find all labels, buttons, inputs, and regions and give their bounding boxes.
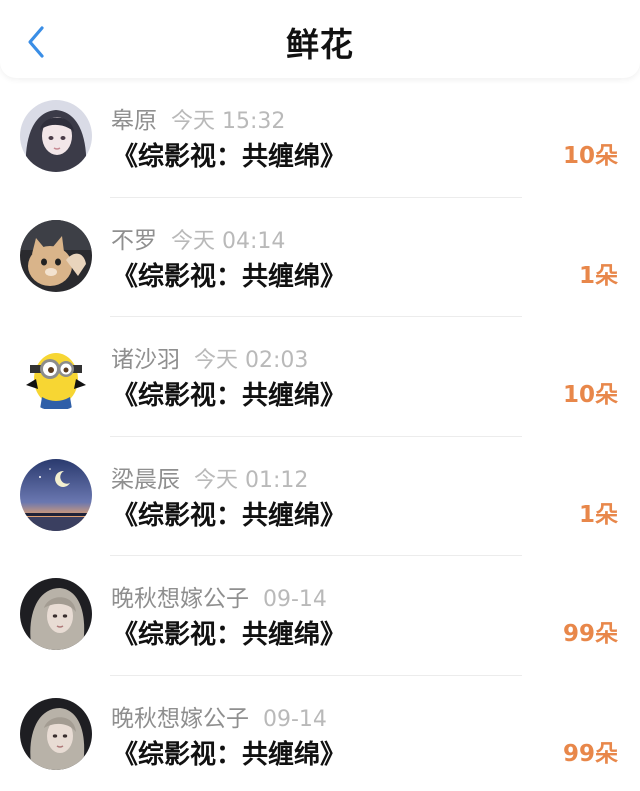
sender-line: 晚秋想嫁公子 09-14 (111, 699, 327, 733)
send-time: 09-14 (263, 706, 327, 732)
list-item[interactable]: 诸沙羽 今天 02:03 《综影视：共缠绵》 10朵 (0, 317, 640, 437)
flower-list: 皋原 今天 15:32 《综影视：共缠绵》 10朵 不罗 今天 04:14 《综… (0, 78, 640, 791)
send-time: 今天 15:32 (171, 109, 286, 134)
sender-name[interactable]: 晚秋想嫁公子 (111, 586, 249, 612)
flower-records-page: 鲜花 皋原 今天 15:32 《综影视：共缠绵》 10朵 不罗 今天 04:14… (0, 0, 640, 791)
sender-name[interactable]: 晚秋想嫁公子 (111, 706, 249, 732)
avatar[interactable] (20, 339, 92, 411)
avatar-cat-icon (20, 219, 92, 292)
sender-name[interactable]: 不罗 (111, 228, 157, 254)
sender-line: 不罗 今天 04:14 (111, 221, 285, 255)
avatar-minion-icon (20, 339, 92, 411)
flower-count: 10朵 (562, 382, 618, 408)
sender-line: 诸沙羽 今天 02:03 (111, 340, 308, 374)
flower-count: 10朵 (562, 143, 618, 169)
sender-line: 皋原 今天 15:32 (111, 101, 285, 135)
sender-line: 晚秋想嫁公子 09-14 (111, 579, 327, 613)
list-item[interactable]: 晚秋想嫁公子 09-14 《综影视：共缠绵》 99朵 (0, 676, 640, 791)
nav-header: 鲜花 (0, 0, 640, 78)
sender-line: 梁晨辰 今天 01:12 (111, 460, 308, 494)
sender-name[interactable]: 诸沙羽 (111, 347, 180, 373)
book-title[interactable]: 《综影视：共缠绵》 (112, 136, 346, 173)
avatar[interactable] (20, 458, 92, 531)
send-time: 今天 02:03 (194, 348, 309, 373)
page-title: 鲜花 (286, 25, 354, 64)
book-title[interactable]: 《综影视：共缠绵》 (112, 256, 346, 293)
avatar-girl-light-hair-icon (20, 697, 92, 770)
book-title[interactable]: 《综影视：共缠绵》 (112, 734, 346, 771)
avatar[interactable] (20, 697, 92, 770)
flower-count: 1朵 (578, 501, 618, 528)
avatar[interactable] (20, 219, 92, 292)
avatar-night-sky-icon (20, 458, 92, 531)
avatar-girl-dark-hair-icon (20, 100, 92, 172)
flower-count: 99朵 (562, 740, 618, 767)
list-item[interactable]: 不罗 今天 04:14 《综影视：共缠绵》 1朵 (0, 198, 640, 317)
flower-count: 99朵 (562, 621, 618, 647)
send-time: 09-14 (263, 587, 327, 612)
list-item[interactable]: 皋原 今天 15:32 《综影视：共缠绵》 10朵 (0, 78, 640, 198)
sender-name[interactable]: 皋原 (111, 108, 157, 134)
avatar-girl-light-hair-icon (20, 578, 92, 650)
book-title[interactable]: 《综影视：共缠绵》 (112, 375, 346, 412)
avatar[interactable] (20, 100, 92, 172)
send-time: 今天 04:14 (171, 228, 286, 254)
send-time: 今天 01:12 (194, 467, 309, 493)
sender-name[interactable]: 梁晨辰 (111, 467, 180, 493)
list-item[interactable]: 梁晨辰 今天 01:12 《综影视：共缠绵》 1朵 (0, 437, 640, 556)
flower-count: 1朵 (578, 262, 618, 289)
book-title[interactable]: 《综影视：共缠绵》 (112, 495, 346, 532)
book-title[interactable]: 《综影视：共缠绵》 (112, 614, 346, 651)
list-item[interactable]: 晚秋想嫁公子 09-14 《综影视：共缠绵》 99朵 (0, 556, 640, 676)
avatar[interactable] (20, 578, 92, 650)
